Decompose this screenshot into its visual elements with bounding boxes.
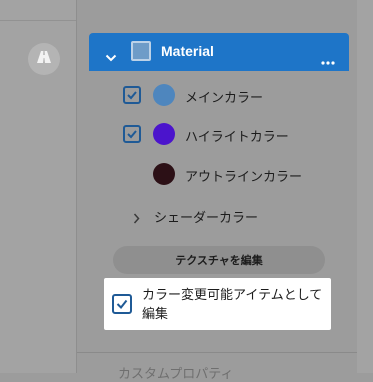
divider — [76, 0, 77, 373]
editable-item-checkbox[interactable] — [112, 294, 132, 314]
color-row-highlight: ハイライトカラー — [89, 119, 349, 149]
divider — [77, 352, 357, 353]
chevron-down-icon[interactable] — [105, 47, 117, 66]
tool-button[interactable] — [28, 43, 60, 75]
outline-color-label: アウトラインカラー — [185, 170, 303, 185]
highlight-color-swatch[interactable] — [153, 123, 175, 145]
color-row-main: メインカラー — [89, 80, 349, 110]
edit-texture-button[interactable]: テクスチャを編集 — [113, 246, 325, 274]
chevron-right-icon[interactable] — [133, 209, 140, 228]
material-swatch — [131, 41, 151, 61]
main-color-label: メインカラー — [185, 91, 264, 106]
highlight-color-checkbox[interactable] — [123, 125, 141, 143]
editable-item-label: カラー変更可能アイテムとして編集 — [142, 288, 323, 322]
shader-color-label: シェーダーカラー — [154, 211, 259, 226]
shader-color-row[interactable]: シェーダーカラー — [89, 204, 349, 226]
main-color-swatch[interactable] — [153, 84, 175, 106]
divider — [0, 20, 76, 21]
scrollbar-track[interactable] — [357, 0, 373, 373]
editable-item-option[interactable]: カラー変更可能アイテムとして編集 — [104, 278, 331, 330]
outline-color-swatch[interactable] — [153, 163, 175, 185]
main-color-checkbox[interactable] — [123, 86, 141, 104]
material-title: Material — [161, 43, 214, 59]
road-icon — [36, 49, 52, 69]
color-row-outline: アウトラインカラー — [89, 159, 349, 189]
more-icon[interactable] — [321, 50, 335, 69]
material-header[interactable]: Material — [89, 33, 349, 71]
highlight-color-label: ハイライトカラー — [185, 130, 289, 145]
